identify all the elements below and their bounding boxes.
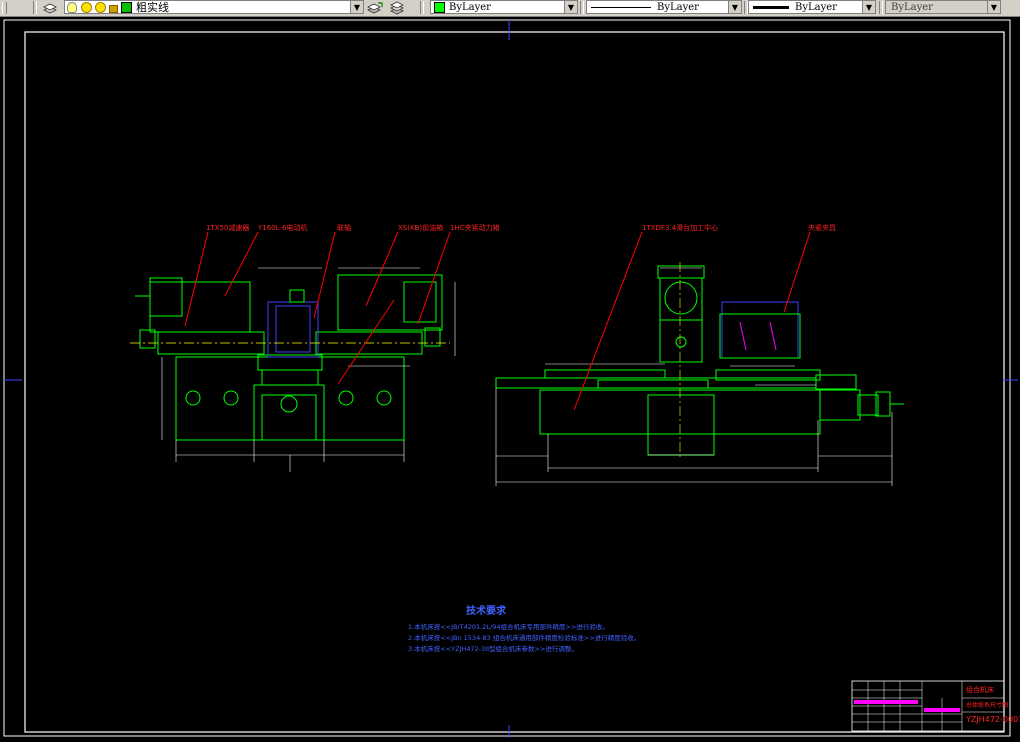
note-1: 1.本机床按<<JB/T4201.2L/94组合机床专用部件精度>>进行验收。 [408,622,609,631]
linetype-value: ByLayer [657,1,699,13]
technical-notes: 技术要求 1.本机床按<<JB/T4201.2L/94组合机床专用部件精度>>进… [408,604,640,653]
plotstyle-combo[interactable]: ByLayer ▼ [885,0,1001,14]
layer-combo[interactable]: 粗实线 ▼ [64,0,364,14]
title-block: 组合机床 总体联系尺寸图 YZJH472-0001 [851,680,1020,732]
linetype-combo[interactable]: ByLayer ▼ [586,0,742,14]
separator [33,1,37,14]
callout-clamp-box: 1HC夹紧动力箱 [450,223,500,232]
chevron-down-icon[interactable]: ▼ [564,1,577,13]
title-drawing-no: YZJH472-0001 [965,715,1020,724]
linetype-sample [591,6,651,8]
chevron-down-icon[interactable]: ▼ [350,1,363,13]
chevron-down-icon[interactable]: ▼ [862,1,875,13]
callout-oil-tank: XS(KB)前油箱 [398,223,443,232]
properties-toolbar: 粗实线 ▼ ByLayer ▼ ByLayer ▼ ByLayer ▼ ByLa… [0,0,1020,17]
separator [420,1,424,14]
separator [879,1,883,14]
drawing-canvas[interactable]: 1TX50减速器 Y160L-6电动机 联轴 XS(KB)前油箱 1HC夹紧动力… [0,16,1020,738]
callout-labels: 1TX50减速器 Y160L-6电动机 联轴 XS(KB)前油箱 1HC夹紧动力… [206,223,836,232]
chevron-down-icon[interactable]: ▼ [728,1,741,13]
color-value: ByLayer [449,1,491,13]
note-2: 2.本机床按<<JBn 1534-83 组合机床通用部件精度检验标准>>进行精度… [408,633,640,642]
lineweight-value: ByLayer [795,1,837,13]
callout-fixture: 夹紧夹具 [808,223,836,232]
color-combo[interactable]: ByLayer ▼ [430,0,578,14]
light-bulb-icon[interactable] [67,1,77,13]
right-view [495,262,904,486]
left-view [130,267,456,472]
callout-slide-unit: 1TXDF3.4滑台加工中心 [642,223,718,232]
callout-motor: Y160L-6电动机 [257,223,307,232]
layer-previous-icon[interactable] [389,0,405,15]
lineweight-sample [753,5,789,9]
sun-viewport-icon[interactable] [95,1,106,13]
callout-reducer: 1TX50减速器 [206,223,249,232]
make-current-layer-icon[interactable] [366,0,384,15]
notes-title: 技术要求 [466,604,507,617]
toolbar-grip[interactable] [2,0,7,15]
layer-color-swatch [121,1,132,13]
title-name: 组合机床 [966,685,994,694]
sun-icon[interactable] [81,1,92,13]
layer-name: 粗实线 [136,1,169,14]
chevron-down-icon[interactable]: ▼ [987,1,1000,13]
note-3: 3.本机床按<<YZJH472-3II型组合机床参数>>进行调整。 [408,644,578,653]
leader-lines [184,231,811,411]
color-swatch [434,1,445,13]
model-space: 1TX50减速器 Y160L-6电动机 联轴 XS(KB)前油箱 1HC夹紧动力… [3,19,1020,738]
separator [580,1,584,14]
callout-coupling: 联轴 [337,223,351,232]
title-subtitle: 总体联系尺寸图 [966,701,1008,709]
layer-manager-icon[interactable] [42,0,58,15]
lineweight-combo[interactable]: ByLayer ▼ [748,0,876,14]
plotstyle-value: ByLayer [891,1,933,13]
unlock-icon[interactable] [109,4,118,13]
